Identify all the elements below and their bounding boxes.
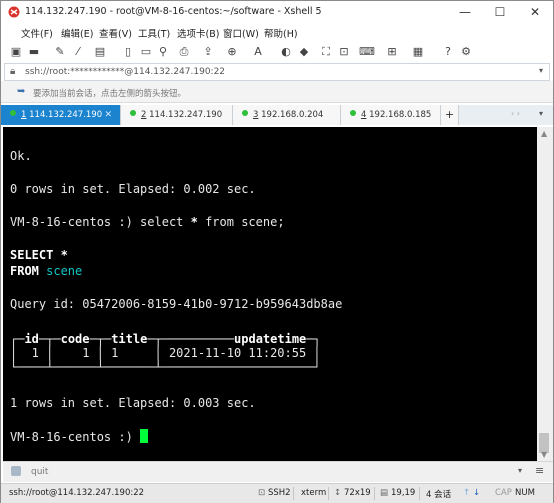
print-icon[interactable]: ⎙	[177, 44, 191, 60]
terminal-screen[interactable]: Ok. 0 rows in set. Elapsed: 0.002 sec. V…	[3, 127, 537, 461]
tab-label: 114.132.247.190	[29, 110, 103, 120]
globe-icon[interactable]: ⊕	[225, 44, 239, 60]
menu-help[interactable]: 帮助(H)	[264, 26, 298, 40]
status-cap: CAP	[495, 488, 512, 498]
address-text: ssh://root:************@114.132.247.190:…	[25, 67, 226, 77]
ssh-lock-icon: ⊡	[258, 488, 266, 498]
status-cursor: 19,19	[391, 488, 416, 498]
menu-file[interactable]: 文件(F)	[21, 26, 53, 40]
properties-icon[interactable]: ▤	[93, 44, 107, 60]
menu-tools[interactable]: 工具(T)	[138, 26, 170, 40]
menu-view[interactable]: 查看(V)	[99, 26, 132, 40]
result-table-bottom: └────┴──────┴───────┴───────────────────…	[10, 360, 321, 374]
tab-list-icon[interactable]: ▾	[539, 109, 543, 118]
title-bar: 114.132.247.190 - root@VM-8-16-centos:~/…	[1, 1, 553, 23]
tab-session-4[interactable]: 4 192.168.0.185	[341, 105, 441, 125]
terminal-line: 1 rows in set. Elapsed: 0.003 sec.	[10, 396, 256, 410]
fullscreen-icon[interactable]: ⛶	[319, 44, 333, 60]
paste-icon[interactable]: ▭	[139, 44, 153, 60]
download-icon: ↓	[473, 488, 481, 498]
compose-input[interactable]: quit	[31, 467, 48, 477]
terminal-cursor	[140, 429, 149, 443]
hint-text: 要添加当前会话，点击左侧的箭头按钮。	[33, 89, 187, 99]
help-icon[interactable]: ?	[441, 44, 455, 60]
status-protocol: SSH2	[268, 488, 291, 498]
menu-tab[interactable]: 选项卡(B)	[177, 26, 219, 40]
transfer-icon[interactable]: ⇪	[201, 44, 215, 60]
xshell-window: 114.132.247.190 - root@VM-8-16-centos:~/…	[0, 0, 554, 503]
terminal-command-line: VM-8-16-centos :) select * from scene;	[10, 215, 285, 229]
cursor-position-icon: ▤	[380, 488, 389, 498]
status-num: NUM	[515, 488, 535, 498]
disconnect-icon[interactable]: ⁄	[71, 44, 85, 60]
result-table-header: ┌─id─┬─code─┬─title─┬──────────updatetim…	[10, 332, 321, 346]
add-session-arrow-icon[interactable]: ➥	[17, 86, 25, 97]
terminal-prompt-line: VM-8-16-centos :)	[10, 429, 149, 444]
scroll-down-icon[interactable]: ▼	[541, 450, 547, 459]
tab-scroll-icon[interactable]: ‹ ›	[511, 109, 520, 118]
settings-icon[interactable]: ⚙	[459, 44, 473, 60]
font-icon[interactable]: A	[251, 44, 265, 60]
status-sessions: 4 会话	[426, 490, 452, 500]
tab-label: 114.132.247.190	[149, 110, 223, 120]
minimize-button[interactable]: —	[448, 1, 482, 23]
xshell-logo-icon	[8, 6, 20, 18]
toolbar: ▣ ▬ ✎ ⁄ ▤ ▯ ▭ ⚲ ⎙ ⇪ ⊕ A ◐ ◆ ⛶ ⊡ ⌨ ⊞ ▦ ? …	[1, 41, 553, 63]
find-icon[interactable]: ⚲	[156, 44, 170, 60]
terminal-scrollbar[interactable]: ▲ ▼	[537, 127, 553, 461]
close-button[interactable]: ✕	[518, 1, 552, 23]
tab-label: 192.168.0.204	[261, 110, 324, 120]
connected-status-icon	[242, 110, 248, 116]
status-address: ssh://root@114.132.247.190:22	[9, 488, 145, 498]
tab-close-icon[interactable]: ✕	[104, 105, 112, 125]
status-size: 72x19	[344, 488, 371, 498]
tab-session-1[interactable]: 1 114.132.247.190 ✕	[1, 105, 121, 125]
compose-menu-icon[interactable]: ≡	[535, 464, 544, 477]
compose-dropdown-icon[interactable]: ▾	[518, 466, 522, 475]
reconnect-icon[interactable]: ✎	[53, 44, 67, 60]
connected-status-icon	[10, 110, 16, 116]
new-tab-button[interactable]: +	[441, 105, 459, 125]
compose-bar: quit ▾ ≡	[3, 461, 553, 482]
terminal-line: 0 rows in set. Elapsed: 0.002 sec.	[10, 182, 256, 196]
address-bar[interactable]: 🔒︎ ssh://root:************@114.132.247.1…	[4, 63, 550, 81]
query-id-line: Query id: 05472006-8159-41b0-9712-b95964…	[10, 297, 343, 311]
tab-session-3[interactable]: 3 192.168.0.204	[233, 105, 341, 125]
size-icon: ↕	[334, 488, 342, 498]
compose-icon[interactable]: ⊞	[385, 44, 399, 60]
menu-bar: 文件(F) 编辑(E) 查看(V) 工具(T) 选项卡(B) 窗口(W) 帮助(…	[1, 23, 553, 41]
menu-window[interactable]: 窗口(W)	[223, 26, 259, 40]
address-dropdown-icon[interactable]: ▾	[539, 66, 543, 75]
status-terminal-type: xterm	[301, 488, 327, 498]
maximize-button[interactable]: ☐	[483, 1, 517, 23]
status-bar: ssh://root@114.132.247.190:22 ⊡ SSH2 xte…	[1, 483, 553, 503]
lock-icon[interactable]: ⊡	[337, 44, 351, 60]
xftp-icon[interactable]: ◐	[279, 44, 293, 60]
layout-icon[interactable]: ▦	[411, 44, 425, 60]
result-table-row: │ 1 │ 1 │ 1 │ 2021-11-10 11:20:55 │	[10, 346, 321, 360]
open-icon[interactable]: ▬	[27, 44, 41, 60]
sql-select-line: SELECT *	[10, 248, 68, 262]
sql-from-line: FROM scene	[10, 264, 83, 278]
upload-icon: ↑	[463, 488, 471, 498]
new-session-icon[interactable]: ▣	[9, 44, 23, 60]
padlock-icon: 🔒︎	[10, 66, 16, 77]
compose-icon	[11, 466, 21, 476]
scroll-up-icon[interactable]: ▲	[541, 129, 547, 138]
session-hint-bar: ➥ 要添加当前会话，点击左侧的箭头按钮。	[1, 81, 553, 103]
connected-status-icon	[350, 110, 356, 116]
window-title: 114.132.247.190 - root@VM-8-16-centos:~/…	[25, 6, 322, 17]
keyboard-icon[interactable]: ⌨	[359, 44, 375, 60]
terminal-line: Ok.	[10, 149, 32, 163]
connected-status-icon	[130, 110, 136, 116]
tab-label: 192.168.0.185	[369, 110, 432, 120]
session-tabs: 1 114.132.247.190 ✕ 2 114.132.247.190 3 …	[1, 105, 553, 125]
menu-edit[interactable]: 编辑(E)	[61, 26, 93, 40]
script-icon[interactable]: ◆	[297, 44, 311, 60]
tab-session-2[interactable]: 2 114.132.247.190	[121, 105, 233, 125]
copy-icon[interactable]: ▯	[121, 44, 135, 60]
